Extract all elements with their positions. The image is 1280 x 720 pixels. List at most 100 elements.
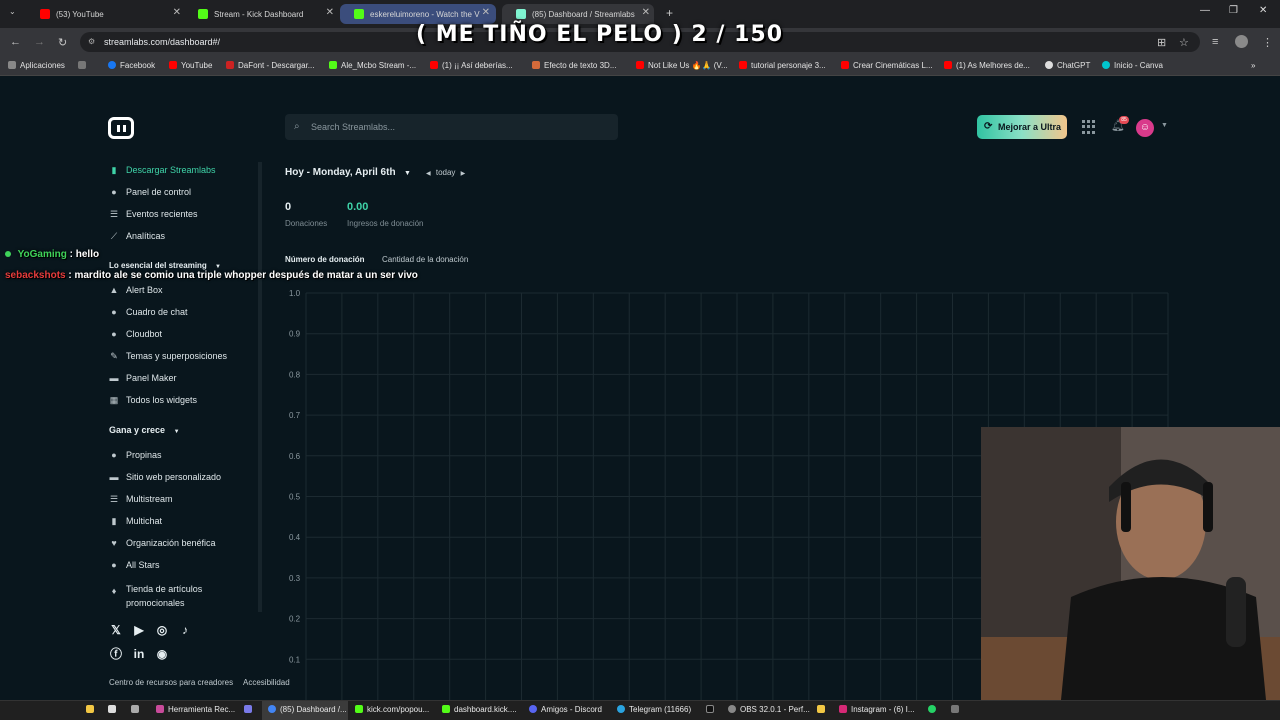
minimize-icon[interactable]: — [1200,5,1210,16]
sidebar-scrollbar[interactable] [258,162,262,612]
sidebar-item-merch[interactable]: ♦ Tienda de artículos promocionales [109,582,203,610]
tab-kick-watch[interactable]: eskereluimoreno - Watch the V ✕ [340,4,496,24]
bookmark-video-1[interactable]: (1) ¡¡ Así deberías... [430,61,513,70]
back-icon[interactable]: ← [10,36,21,48]
maximize-icon[interactable]: ❐ [1229,5,1238,16]
section-grow-header[interactable]: Gana y crece ▼ [109,425,180,435]
today-nav[interactable]: ◀ today ▶ [426,168,465,177]
facebook-icon[interactable]: ⓕ [109,647,123,661]
chevron-down-icon[interactable]: ▼ [404,170,411,177]
taskbar-explorer[interactable] [817,705,829,714]
sidebar-item-multistream[interactable]: ☰ Multistream [109,494,173,504]
discord-icon[interactable]: ◉ [155,647,169,661]
close-icon[interactable]: ✕ [173,7,181,18]
tab-search-icon[interactable]: ⌄ [9,7,16,16]
new-tab-icon[interactable]: + [666,6,673,20]
creator-resources-link[interactable]: Centro de recursos para creadores [109,678,233,687]
bookmark-video-5[interactable]: (1) As Melhores de... [944,61,1030,70]
apps-grid-icon[interactable] [1082,120,1096,134]
sidebar-item-chat-box[interactable]: ● Cuadro de chat [109,307,187,317]
bookmark-facebook[interactable]: Facebook [108,61,155,70]
windows-taskbar: Herramienta Rec... (85) Dashboard /... k… [0,700,1280,720]
chevron-left-icon[interactable]: ◀ [426,171,431,177]
close-icon[interactable]: ✕ [642,7,650,18]
bookmark-video-4[interactable]: Crear Cinemáticas L... [841,61,933,70]
sidebar-item-all-widgets[interactable]: ▦ Todos los widgets [109,395,197,405]
sidebar-item-dashboard[interactable]: ● Panel de control [109,187,191,197]
tab-kick-dashboard[interactable]: Stream - Kick Dashboard ✕ [184,4,334,24]
tab-youtube[interactable]: (53) YouTube ✕ [26,4,181,24]
bookmark-kick-stream[interactable]: Ale_Mcbo Stream -... [329,61,416,70]
sidebar-item-charity[interactable]: ♥ Organización benéfica [109,538,215,548]
sidebar-item-themes[interactable]: ✎ Temas y superposiciones [109,351,227,361]
sidebar-item-alert-box[interactable]: ▲ Alert Box [109,285,163,295]
bookmark-canva[interactable]: Inicio - Canva [1102,61,1163,70]
sidebar-item-label: Panel Maker [126,373,177,383]
more-bookmarks-icon[interactable]: » [1251,61,1255,70]
forward-icon[interactable]: → [34,36,45,48]
section-essentials-header[interactable]: Lo esencial del streaming ▼ [109,261,221,270]
chevron-down-icon[interactable]: ▼ [1161,122,1168,129]
sidebar-item-cloudbot[interactable]: ● Cloudbot [109,329,162,339]
sidebar-item-tips[interactable]: ● Propinas [109,450,161,460]
taskbar-telegram[interactable]: Telegram (11666) [617,705,691,714]
menu-icon[interactable]: ⋮ [1262,36,1273,49]
youtube-icon[interactable]: ▶ [132,623,146,637]
bookmark-dafont[interactable]: DaFont - Descargar... [226,61,314,70]
taskbar-chrome-streamlabs[interactable]: (85) Dashboard /... [268,705,347,714]
user-avatar[interactable]: ☺ [1136,119,1154,137]
sidebar-item-multichat[interactable]: ▮ Multichat [109,516,163,526]
taskbar-file-explorer[interactable] [86,705,98,714]
site-info-icon[interactable]: ⚙ [88,32,95,52]
taskbar-whatsapp[interactable] [928,705,940,714]
date-selector[interactable]: Hoy - Monday, April 6th [285,167,396,178]
sidebar-item-download[interactable]: ▮ Descargar Streamlabs [109,165,216,175]
sidebar-item-analytics[interactable]: ⟋ Analíticas [109,231,165,241]
chart-y-tick-label: 0.6 [289,452,301,461]
close-icon[interactable]: ✕ [326,7,334,18]
tab-streamlabs-dashboard[interactable]: (85) Dashboard / Streamlabs ✕ [502,4,654,24]
streamlabs-logo[interactable] [108,117,134,139]
upgrade-ultra-button[interactable]: ⟳ Mejorar a Ultra [977,115,1067,139]
tab-donation-count[interactable]: Número de donación [285,255,365,264]
reading-list-icon[interactable]: ≡ [1212,36,1218,48]
accessibility-link[interactable]: Accesibilidad [243,678,290,687]
translate-icon[interactable]: ⊞ [1157,36,1166,49]
taskbar-discord[interactable]: Amigos - Discord [529,705,602,714]
chevron-right-icon[interactable]: ▶ [461,171,466,177]
taskbar-app2[interactable] [244,705,256,714]
bookmark-video-3[interactable]: tutorial personaje 3... [739,61,826,70]
taskbar-kick-1[interactable]: kick.com/popou... [355,705,429,714]
window-close-icon[interactable]: ✕ [1259,5,1267,16]
bookmark-grid[interactable] [78,61,90,70]
sidebar-item-website[interactable]: ▬ Sitio web personalizado [109,472,222,482]
linkedin-icon[interactable]: in [132,647,146,661]
tab-donation-amount[interactable]: Cantidad de la donación [382,255,468,264]
instagram-icon[interactable]: ◎ [155,623,169,637]
x-twitter-icon[interactable]: 𝕏 [109,623,123,637]
profile-avatar[interactable] [1235,35,1248,48]
sidebar-item-label: Alert Box [126,285,163,295]
sidebar-item-all-stars[interactable]: ● All Stars [109,560,159,570]
taskbar-obs[interactable]: OBS 32.0.1 - Perf... [728,705,810,714]
bookmark-youtube[interactable]: YouTube [169,61,212,70]
bookmark-apps[interactable]: Aplicaciones [8,61,65,70]
taskbar-kick-2[interactable]: dashboard.kick.... [442,705,517,714]
sidebar-item-panel-maker[interactable]: ▬ Panel Maker [109,373,177,383]
bookmark-chatgpt[interactable]: ChatGPT [1045,61,1090,70]
taskbar-instagram[interactable]: Instagram - (6) I... [839,705,915,714]
bookmark-text-effect[interactable]: Efecto de texto 3D... [532,61,616,70]
taskbar-tiktok[interactable] [706,705,718,714]
search-input[interactable]: ⌕ Search Streamlabs... [285,114,618,140]
taskbar-app3[interactable] [951,705,963,714]
taskbar-snipping[interactable]: Herramienta Rec... [156,705,235,714]
tiktok-icon[interactable]: ♪ [178,623,192,637]
bookmark-star-icon[interactable]: ☆ [1179,36,1189,49]
taskbar-start[interactable] [108,705,120,714]
reload-icon[interactable]: ↻ [58,36,67,49]
bookmark-video-2[interactable]: Not Like Us 🔥🙏 (V... [636,61,728,70]
sidebar-item-recent-events[interactable]: ☰ Eventos recientes [109,209,198,219]
today-label[interactable]: today [436,168,456,177]
close-icon[interactable]: ✕ [482,7,490,18]
taskbar-app[interactable] [131,705,143,714]
